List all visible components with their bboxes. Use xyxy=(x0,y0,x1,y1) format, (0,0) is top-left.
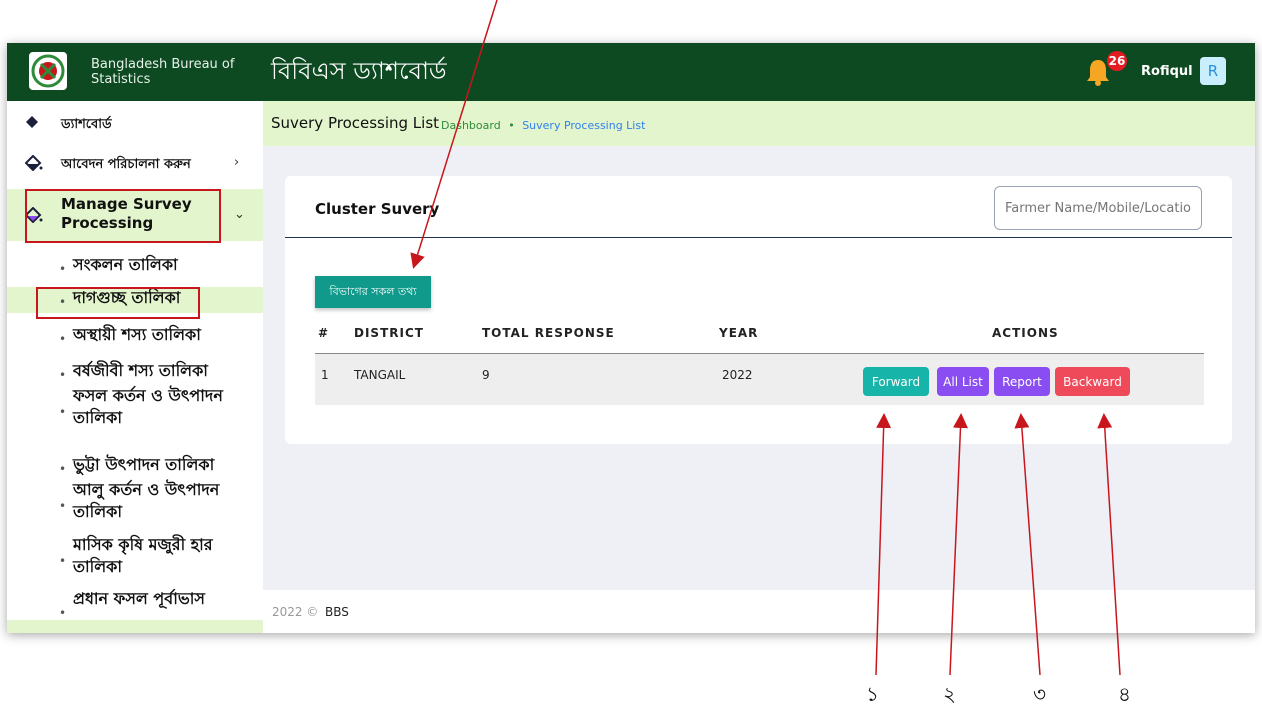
callout-number-3: ৩ xyxy=(1033,682,1047,706)
annotation-arrows xyxy=(410,0,1121,676)
callout-number-2: ২ xyxy=(943,682,957,706)
arrow-to-all-list xyxy=(949,413,968,676)
arrow-to-all-info-button xyxy=(410,0,498,269)
arrow-to-backward xyxy=(1097,413,1121,676)
arrow-to-forward xyxy=(875,413,892,676)
callout-number-4: ৪ xyxy=(1118,682,1131,706)
callout-number-1: ১ xyxy=(866,682,879,706)
arrow-to-report xyxy=(1014,413,1041,676)
